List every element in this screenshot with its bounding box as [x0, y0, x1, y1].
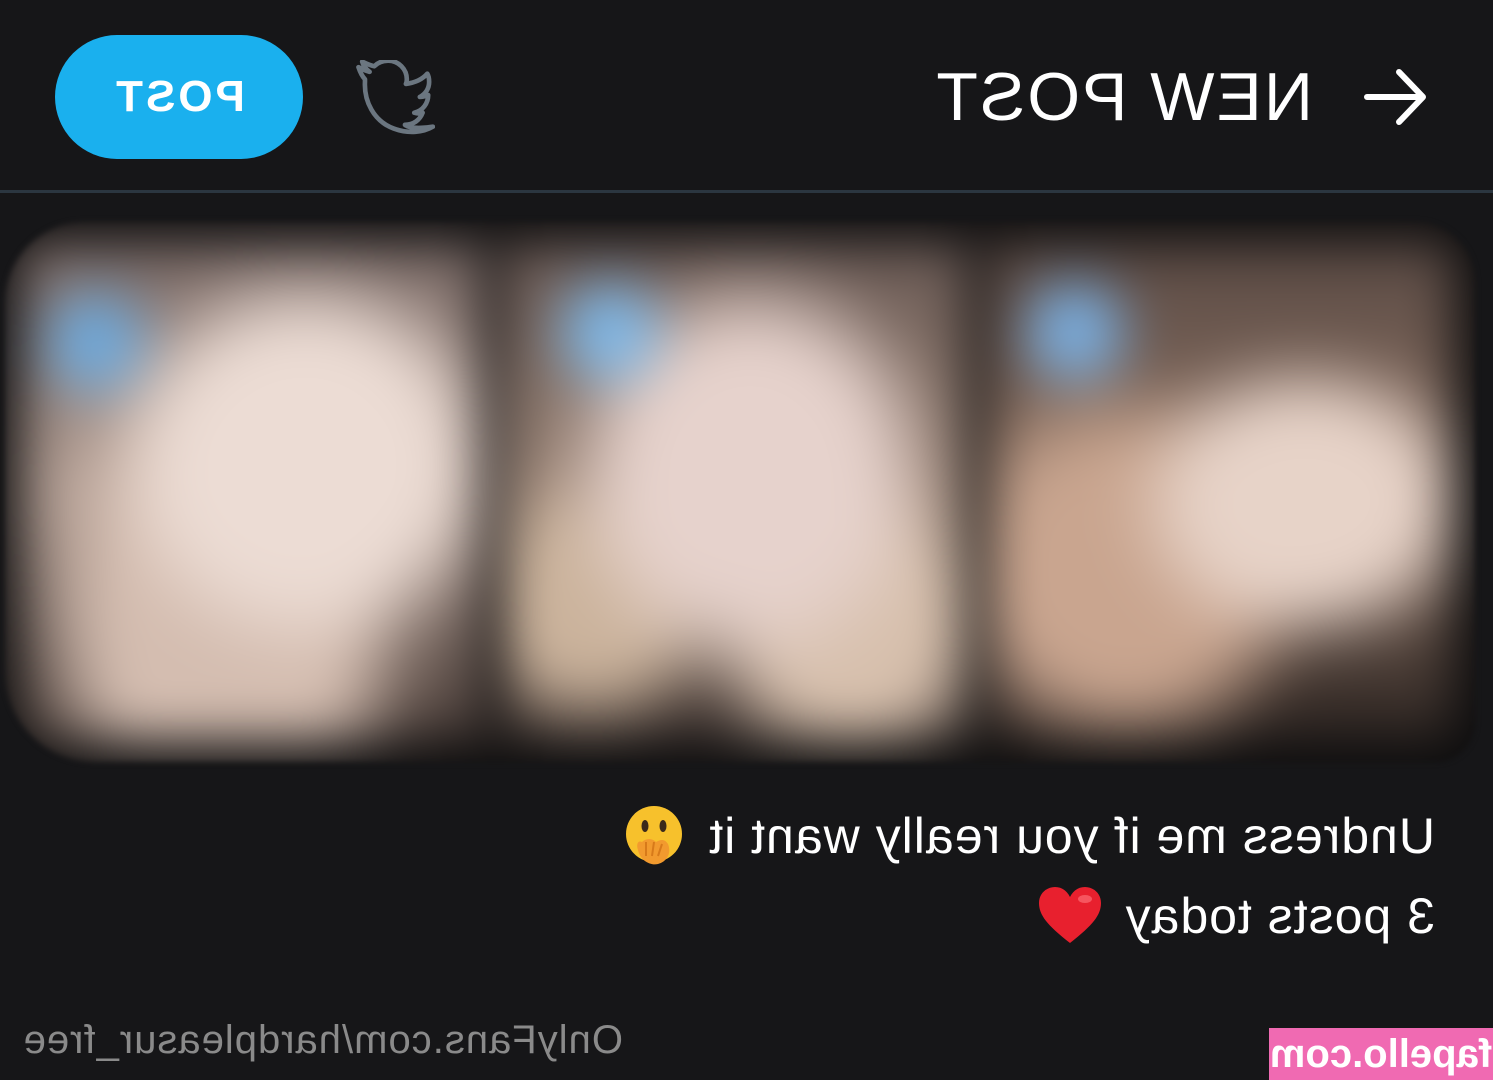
red-heart-emoji-icon — [1038, 887, 1101, 943]
arrow-left-icon[interactable] — [1361, 62, 1431, 132]
header-bar: NEW POST POST — [0, 0, 1493, 192]
blurred-thumbnail[interactable] — [985, 242, 1455, 742]
header-divider — [0, 190, 1493, 193]
caption-line: 3 posts today — [535, 876, 1435, 956]
post-button[interactable]: POST — [55, 35, 303, 159]
blurred-thumbnail[interactable] — [500, 242, 970, 742]
media-gallery — [5, 222, 1475, 762]
page-title: NEW POST — [934, 59, 1313, 135]
caption-line: Undress me if you really want it — [535, 796, 1435, 876]
twitter-bird-icon[interactable] — [351, 60, 435, 136]
profile-link[interactable]: OnlyFans.com/hardpleasur_free — [23, 1018, 623, 1063]
blurred-thumbnail[interactable] — [20, 242, 485, 742]
post-caption: Undress me if you really want it 3 posts… — [535, 796, 1435, 956]
watermark: fapello.com — [1269, 1028, 1493, 1080]
caption-text: 3 posts today — [1124, 888, 1435, 944]
caption-text: Undress me if you really want it — [708, 808, 1435, 864]
hand-over-mouth-emoji-icon — [626, 806, 683, 865]
mirrored-screenshot: NEW POST POST Undress me if you really w… — [0, 0, 1493, 1080]
